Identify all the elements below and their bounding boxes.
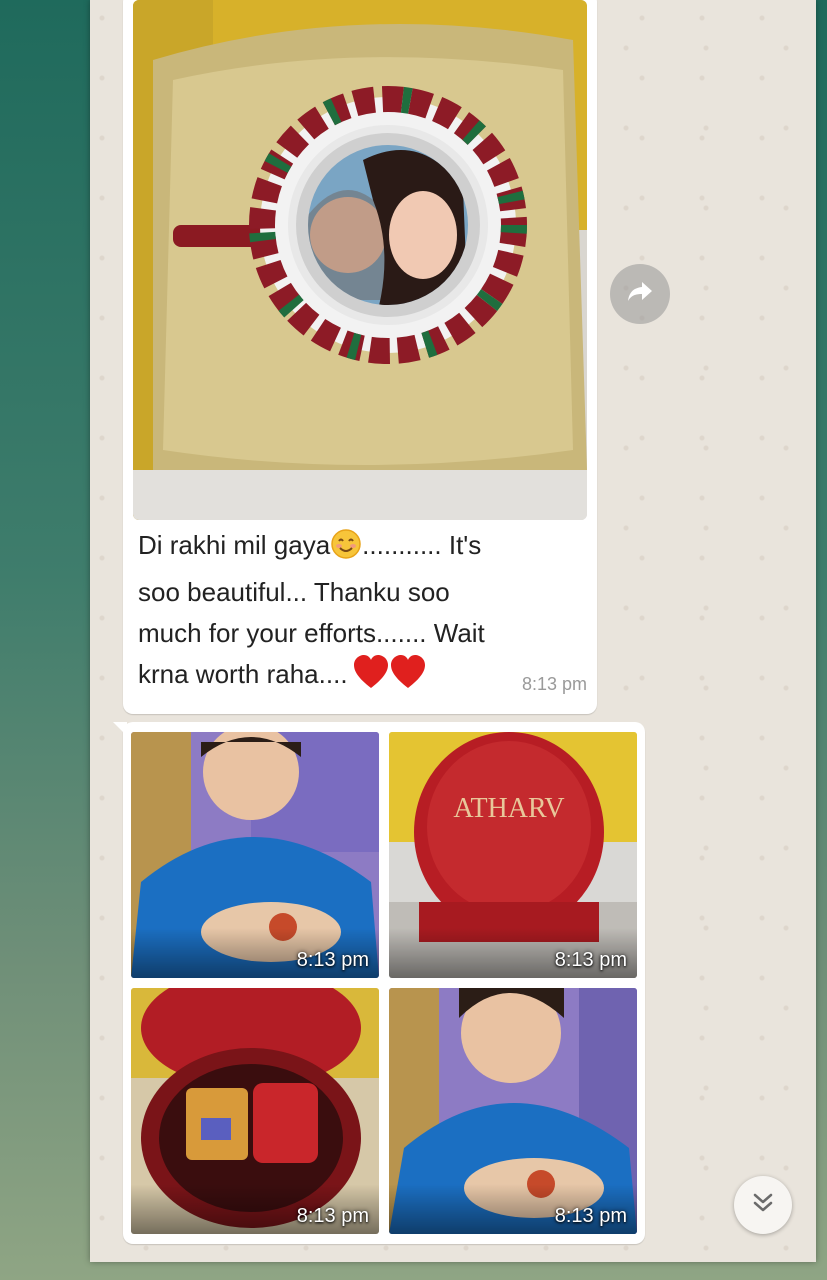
red-heart-emoji-icon (353, 655, 426, 703)
caption-text-start: Di rakhi mil gaya (138, 530, 331, 560)
box-engraving: ATHARV (453, 793, 564, 824)
message-caption: Di rakhi mil gaya........... It's soo be… (138, 525, 583, 703)
photo-timestamp: 8:13 pm (554, 1205, 627, 1227)
message-timestamp: 8:13 pm (521, 674, 587, 694)
grid-photo-gift-box[interactable]: ATHARV 8:13 pm (389, 732, 637, 978)
message-bubble-photo-grid: 8:13 pm ATHARV 8:13 pm 8:13 pm 8:13 pm (113, 722, 645, 1244)
rakhi-photo[interactable] (133, 0, 587, 520)
grid-photo-open-box[interactable]: 8:13 pm (131, 988, 379, 1234)
chat-panel: Di rakhi mil gaya........... It's soo be… (90, 0, 816, 1262)
photo-timestamp: 8:13 pm (554, 949, 627, 971)
photo-timestamp: 8:13 pm (296, 1205, 369, 1227)
forward-button[interactable] (610, 264, 670, 324)
forward-arrow-icon (626, 280, 654, 309)
smiling-face-emoji-icon (330, 528, 362, 572)
rakhi-photo-image (133, 0, 587, 520)
grid-photo-boy-2[interactable]: 8:13 pm (389, 988, 637, 1234)
double-chevron-down-icon (752, 1192, 774, 1219)
photo-timestamp: 8:13 pm (296, 949, 369, 971)
scroll-to-bottom-button[interactable] (734, 1176, 792, 1234)
message-bubble-rakhi[interactable]: Di rakhi mil gaya........... It's soo be… (123, 0, 597, 714)
grid-photo-boy-1[interactable]: 8:13 pm (131, 732, 379, 978)
bubble-tail (113, 722, 127, 736)
